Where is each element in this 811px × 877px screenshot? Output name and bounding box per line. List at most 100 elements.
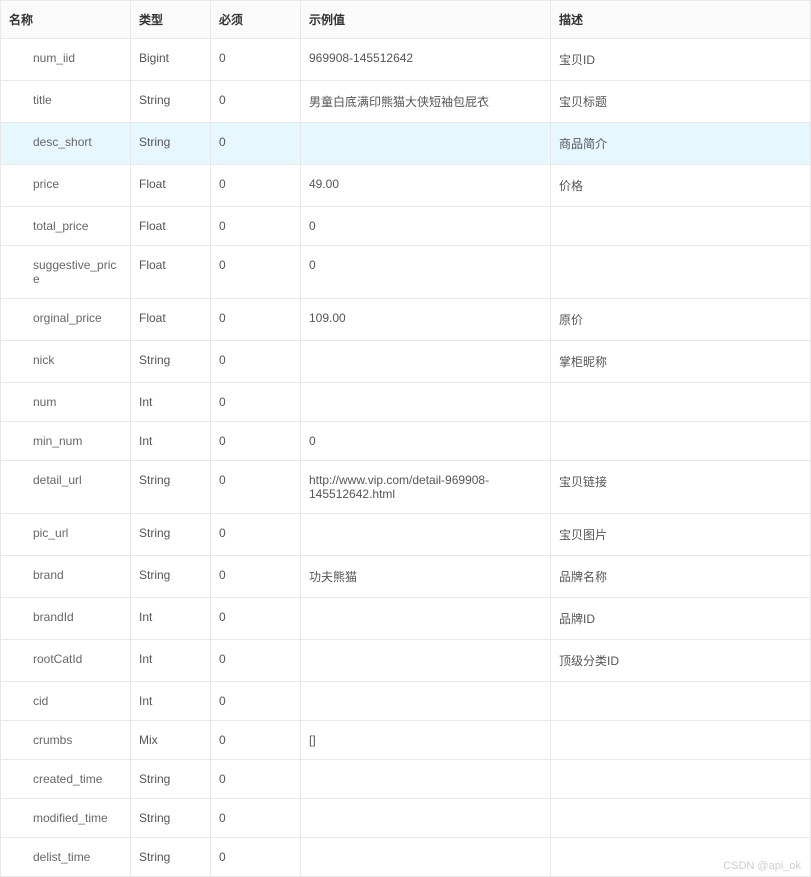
cell-example: 109.00 [301, 299, 551, 341]
cell-name: rootCatId [1, 640, 131, 682]
table-row: orginal_priceFloat0109.00原价 [1, 299, 811, 341]
cell-description [551, 422, 811, 461]
table-row: crumbsMix0[] [1, 721, 811, 760]
table-row: rootCatIdInt0 顶级分类ID [1, 640, 811, 682]
cell-required: 0 [211, 39, 301, 81]
table-row: numInt0 [1, 383, 811, 422]
cell-name: suggestive_price [1, 246, 131, 299]
cell-name: created_time [1, 760, 131, 799]
table-row: desc_shortString0商品简介 [1, 123, 811, 165]
cell-description: 品牌ID [551, 598, 811, 640]
cell-type: String [131, 760, 211, 799]
cell-example: 969908-145512642 [301, 39, 551, 81]
cell-name: pic_url [1, 514, 131, 556]
cell-required: 0 [211, 514, 301, 556]
cell-description: 原价 [551, 299, 811, 341]
cell-required: 0 [211, 341, 301, 383]
table-row: cidInt0 [1, 682, 811, 721]
cell-example: http://www.vip.com/detail-969908-1455126… [301, 461, 551, 514]
watermark: CSDN @api_ok [723, 860, 801, 872]
cell-required: 0 [211, 682, 301, 721]
cell-name: crumbs [1, 721, 131, 760]
cell-description: 宝贝ID [551, 39, 811, 81]
table-row: brandString0功夫熊猫品牌名称 [1, 556, 811, 598]
cell-name: brandId [1, 598, 131, 640]
cell-name: total_price [1, 207, 131, 246]
cell-type: Float [131, 299, 211, 341]
table-row: suggestive_priceFloat00 [1, 246, 811, 299]
cell-name: detail_url [1, 461, 131, 514]
cell-description: 顶级分类ID [551, 640, 811, 682]
table-body: num_iidBigint0969908-145512642宝贝IDtitleS… [1, 39, 811, 877]
cell-required: 0 [211, 383, 301, 422]
cell-example: 49.00 [301, 165, 551, 207]
cell-required: 0 [211, 299, 301, 341]
header-example: 示例值 [301, 1, 551, 39]
cell-example [301, 383, 551, 422]
cell-description [551, 383, 811, 422]
header-required: 必须 [211, 1, 301, 39]
cell-required: 0 [211, 422, 301, 461]
cell-name: cid [1, 682, 131, 721]
cell-required: 0 [211, 799, 301, 838]
table-row: detail_urlString0http://www.vip.com/deta… [1, 461, 811, 514]
cell-description [551, 682, 811, 721]
cell-type: Int [131, 422, 211, 461]
cell-name: delist_time [1, 838, 131, 877]
cell-required: 0 [211, 123, 301, 165]
cell-type: String [131, 461, 211, 514]
cell-name: modified_time [1, 799, 131, 838]
cell-example [301, 341, 551, 383]
cell-description: 商品简介 [551, 123, 811, 165]
cell-required: 0 [211, 760, 301, 799]
cell-type: String [131, 556, 211, 598]
cell-type: String [131, 123, 211, 165]
cell-description: 宝贝标题 [551, 81, 811, 123]
table-row: modified_timeString0 [1, 799, 811, 838]
table-row: brandIdInt0 品牌ID [1, 598, 811, 640]
cell-type: String [131, 81, 211, 123]
cell-type: Int [131, 640, 211, 682]
cell-type: String [131, 838, 211, 877]
table-row: num_iidBigint0969908-145512642宝贝ID [1, 39, 811, 81]
cell-description [551, 207, 811, 246]
table-row: min_numInt00 [1, 422, 811, 461]
header-type: 类型 [131, 1, 211, 39]
cell-type: String [131, 514, 211, 556]
cell-type: Float [131, 165, 211, 207]
header-description: 描述 [551, 1, 811, 39]
cell-description: 价格 [551, 165, 811, 207]
cell-example: 0 [301, 207, 551, 246]
api-params-table: 名称 类型 必须 示例值 描述 num_iidBigint0969908-145… [0, 0, 811, 877]
cell-type: Int [131, 598, 211, 640]
cell-type: Int [131, 682, 211, 721]
cell-required: 0 [211, 640, 301, 682]
cell-required: 0 [211, 556, 301, 598]
cell-name: brand [1, 556, 131, 598]
cell-example [301, 682, 551, 721]
cell-type: Int [131, 383, 211, 422]
cell-name: min_num [1, 422, 131, 461]
cell-description: 掌柜昵称 [551, 341, 811, 383]
cell-required: 0 [211, 838, 301, 877]
cell-required: 0 [211, 598, 301, 640]
cell-type: String [131, 799, 211, 838]
cell-example [301, 640, 551, 682]
table-row: nickString0 掌柜昵称 [1, 341, 811, 383]
cell-example [301, 598, 551, 640]
cell-required: 0 [211, 165, 301, 207]
cell-required: 0 [211, 207, 301, 246]
header-name: 名称 [1, 1, 131, 39]
table-row: pic_urlString0宝贝图片 [1, 514, 811, 556]
cell-required: 0 [211, 721, 301, 760]
table-header-row: 名称 类型 必须 示例值 描述 [1, 1, 811, 39]
cell-type: String [131, 341, 211, 383]
cell-name: orginal_price [1, 299, 131, 341]
cell-name: nick [1, 341, 131, 383]
cell-type: Mix [131, 721, 211, 760]
cell-name: price [1, 165, 131, 207]
cell-name: num_iid [1, 39, 131, 81]
cell-description: 宝贝链接 [551, 461, 811, 514]
table-row: delist_timeString0 [1, 838, 811, 877]
cell-required: 0 [211, 246, 301, 299]
